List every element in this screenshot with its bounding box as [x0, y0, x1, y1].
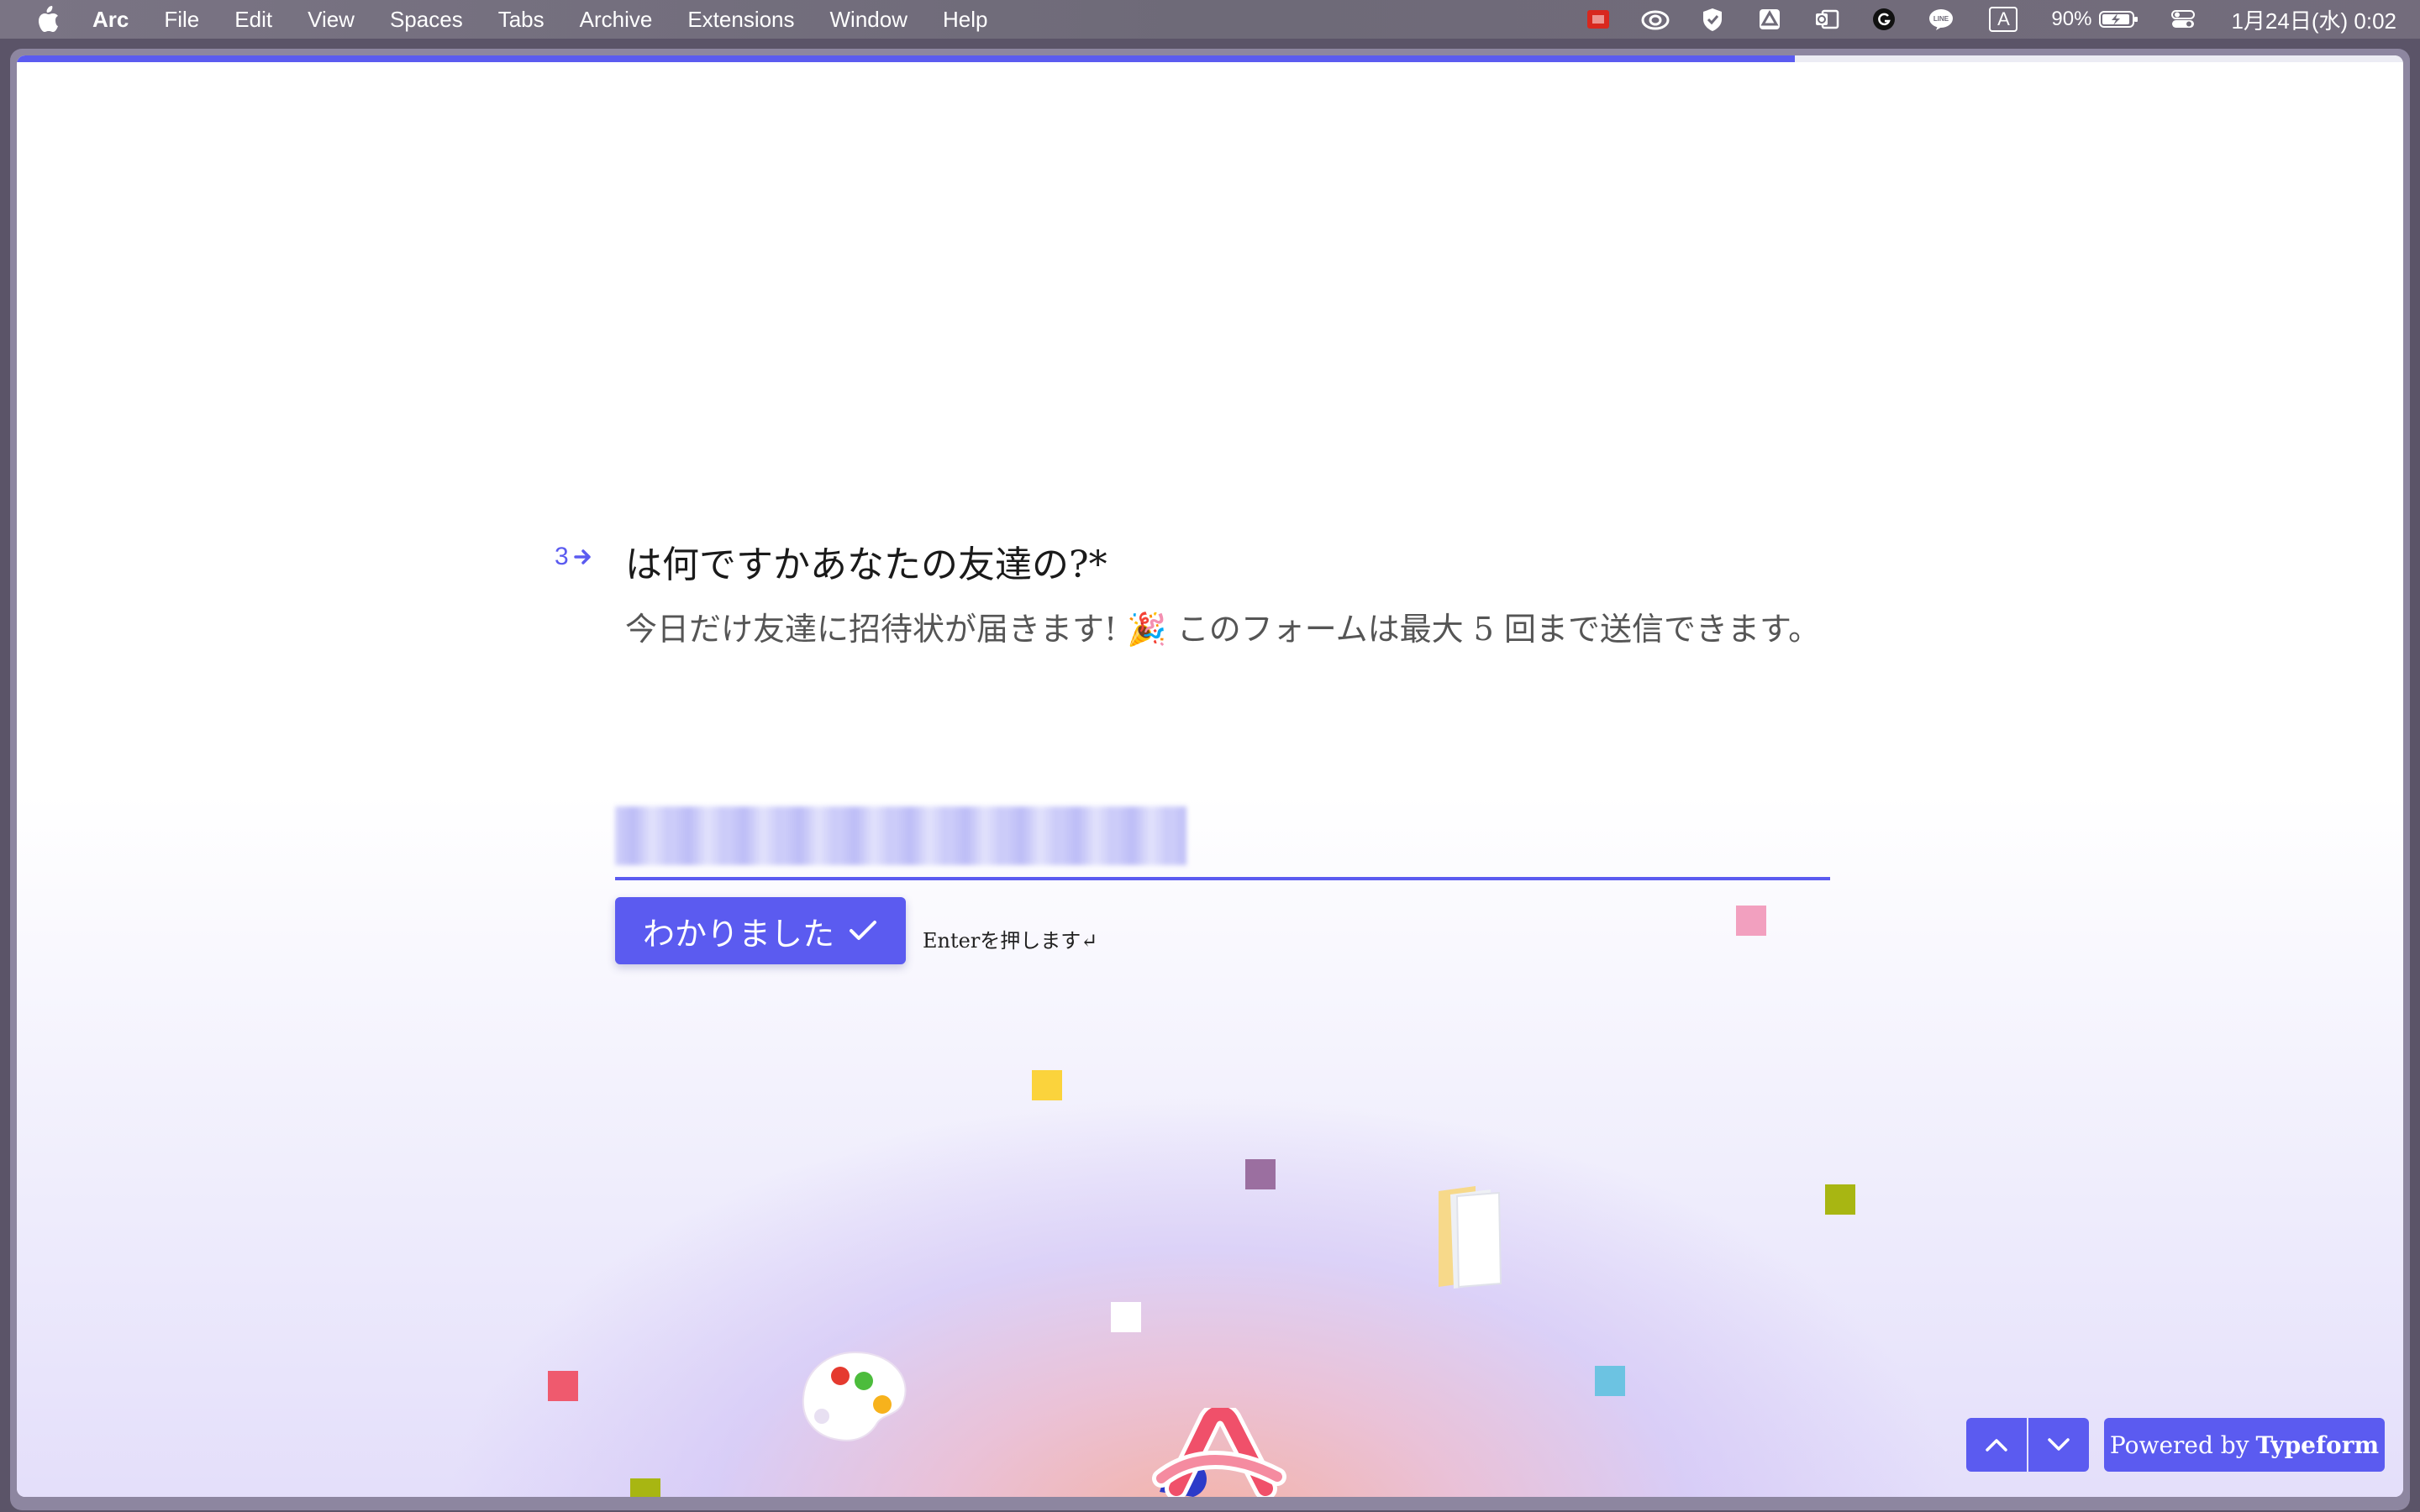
ok-button[interactable]: わかりました	[615, 897, 906, 964]
palette-illustration-icon	[802, 1351, 907, 1441]
arrow-right-icon	[573, 549, 591, 564]
outlook-icon[interactable]	[1812, 7, 1841, 32]
powered-by-prefix: Powered by	[2109, 1431, 2249, 1459]
grammarly-icon[interactable]	[1870, 7, 1898, 32]
enter-key-hint: Enterを押します↵	[923, 929, 1098, 953]
confetti-purple	[1245, 1159, 1276, 1189]
background-gradient	[17, 795, 2403, 1497]
answer-input[interactable]	[615, 795, 1830, 880]
menu-view[interactable]: View	[308, 7, 355, 33]
typeform-brand: Typeform	[2255, 1431, 2380, 1459]
menu-extensions[interactable]: Extensions	[687, 7, 794, 33]
menu-file[interactable]: File	[164, 7, 199, 33]
web-content: 3 は何ですかあなたの友達の?* 今日だけ友達に招待状が届きます! 🎉 このフォ…	[17, 55, 2403, 1497]
svg-text:LINE: LINE	[1933, 15, 1949, 23]
menu-help[interactable]: Help	[943, 7, 987, 33]
security-shield-icon[interactable]	[1698, 7, 1727, 32]
form-progress-bar	[17, 55, 2403, 62]
checkmark-icon	[850, 921, 876, 940]
confetti-white	[1111, 1302, 1141, 1332]
question-number: 3	[555, 543, 592, 571]
question-title: は何ですかあなたの友達の?*	[625, 543, 1107, 586]
confetti-pink	[1736, 906, 1766, 936]
menu-app-arc[interactable]: Arc	[92, 7, 129, 33]
confetti-red	[548, 1371, 578, 1401]
battery-percent: 90%	[2051, 8, 2092, 30]
menu-spaces[interactable]: Spaces	[390, 7, 463, 33]
question-number-text: 3	[555, 543, 569, 570]
apple-menu-icon[interactable]	[34, 5, 62, 34]
input-source-icon[interactable]: A	[1989, 7, 2018, 32]
confetti-blue	[1595, 1366, 1625, 1396]
browser-window: 3 は何ですかあなたの友達の?* 今日だけ友達に招待状が届きます! 🎉 このフォ…	[10, 49, 2410, 1510]
menu-edit[interactable]: Edit	[234, 7, 272, 33]
battery-icon[interactable]	[2098, 7, 2140, 32]
chevron-up-icon	[1986, 1439, 2007, 1452]
menu-tabs[interactable]: Tabs	[498, 7, 544, 33]
confetti-olive	[1825, 1184, 1855, 1215]
powered-by-typeform-link[interactable]: Powered by Typeform	[2104, 1418, 2385, 1472]
menubar-clock[interactable]: 1月24日(水) 0:02	[2231, 4, 2396, 35]
redacted-answer-text	[615, 806, 1186, 865]
form-progress-fill	[17, 55, 1795, 62]
red-app-icon[interactable]	[1584, 7, 1612, 32]
confetti-yellow	[1032, 1070, 1062, 1100]
next-question-button[interactable]	[2028, 1418, 2089, 1472]
question-navigation	[1966, 1418, 2089, 1472]
input-source-label: A	[1989, 7, 2018, 32]
folder-illustration-icon	[1439, 1186, 1502, 1289]
arc-logo-icon	[1152, 1408, 1286, 1497]
menubar-status-area: LINE A 90% 1月24日(水) 0:02	[1555, 0, 2396, 39]
question-description: 今日だけ友達に招待状が届きます! 🎉 このフォームは最大 5 回まで送信できます…	[625, 611, 1821, 648]
menu-archive[interactable]: Archive	[580, 7, 653, 33]
previous-question-button[interactable]	[1966, 1418, 2027, 1472]
line-icon[interactable]: LINE	[1927, 7, 1955, 32]
menu-window[interactable]: Window	[830, 7, 908, 33]
ok-button-label: わかりました	[642, 915, 834, 953]
google-drive-icon[interactable]	[1755, 7, 1784, 32]
creative-cloud-icon[interactable]	[1641, 7, 1670, 32]
chevron-down-icon	[2048, 1438, 2070, 1451]
confetti-olive-small	[630, 1478, 660, 1497]
macos-menu-bar: Arc File Edit View Spaces Tabs Archive E…	[0, 0, 2420, 39]
control-center-icon[interactable]	[2169, 7, 2197, 32]
